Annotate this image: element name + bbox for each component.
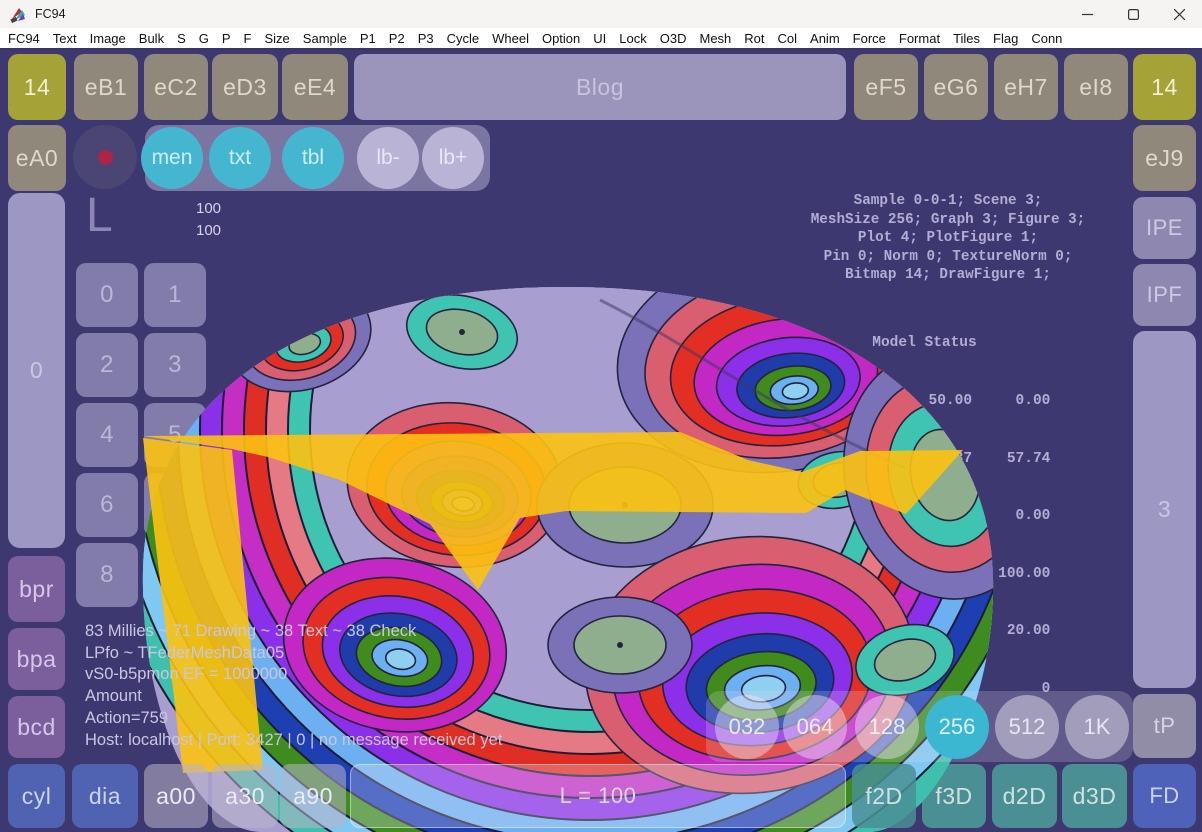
menu-item-s[interactable]: S [177, 31, 186, 46]
menu-item-rot[interactable]: Rot [744, 31, 764, 46]
menu-item-image[interactable]: Image [90, 31, 126, 46]
menu-item-format[interactable]: Format [899, 31, 940, 46]
status-line-action: Action=759 [85, 708, 502, 730]
menu-item-f[interactable]: F [244, 31, 252, 46]
menu-item-mesh[interactable]: Mesh [699, 31, 731, 46]
fc94-window: FC94 FC94 Text Image Bulk S G P F Size S… [0, 0, 1202, 832]
menu-item-conn[interactable]: Conn [1031, 31, 1062, 46]
menu-item-col[interactable]: Col [778, 31, 798, 46]
menu-item-p1[interactable]: P1 [360, 31, 376, 46]
menu-item-force[interactable]: Force [853, 31, 886, 46]
a30-button[interactable]: a30 [212, 764, 278, 828]
menu-item-bulk[interactable]: Bulk [139, 31, 164, 46]
menu-item-tiles[interactable]: Tiles [953, 31, 980, 46]
maximize-icon[interactable] [1110, 0, 1156, 28]
a90-button[interactable]: a90 [280, 764, 346, 828]
menu-item-o3d[interactable]: O3D [660, 31, 687, 46]
app-icon [10, 6, 27, 23]
status-line-ef: vS0-b5pmon EF = 1000000 [85, 664, 502, 686]
menu-item-ui[interactable]: UI [593, 31, 606, 46]
f2d-button[interactable]: f2D [852, 764, 916, 828]
size-128-button[interactable]: 128 [855, 695, 919, 759]
menu-item-anim[interactable]: Anim [810, 31, 840, 46]
menu-item-fc94[interactable]: FC94 [8, 31, 40, 46]
status-line-amount: Amount [85, 686, 502, 708]
menu-item-cycle[interactable]: Cycle [447, 31, 480, 46]
minimize-icon[interactable] [1064, 0, 1110, 28]
size-1k-button[interactable]: 1K [1065, 695, 1129, 759]
menu-item-p2[interactable]: P2 [389, 31, 405, 46]
menu-item-sample[interactable]: Sample [303, 31, 347, 46]
status-block: 83 Millies ~ 71 Drawing ~ 38 Text ~ 38 C… [85, 621, 502, 751]
menu-item-size[interactable]: Size [265, 31, 290, 46]
status-line-millies: 83 Millies ~ 71 Drawing ~ 38 Text ~ 38 C… [85, 621, 502, 643]
menu-item-p3[interactable]: P3 [418, 31, 434, 46]
a00-button[interactable]: a00 [144, 764, 208, 828]
menu-item-flag[interactable]: Flag [993, 31, 1018, 46]
main-area: 14 eB1 eC2 eD3 eE4 Blog eF5 eG6 eH7 eI8 … [0, 50, 1202, 832]
menu-item-text[interactable]: Text [53, 31, 77, 46]
window-title: FC94 [35, 7, 66, 21]
title-bar: FC94 [0, 0, 1202, 28]
menu-item-wheel[interactable]: Wheel [492, 31, 529, 46]
close-icon[interactable] [1156, 0, 1202, 28]
menu-item-option[interactable]: Option [542, 31, 580, 46]
menu-item-lock[interactable]: Lock [619, 31, 646, 46]
size-064-button[interactable]: 064 [783, 695, 847, 759]
size-256-button[interactable]: 256 [925, 695, 989, 759]
status-line-mesh: LPfo ~ TFederMeshData05 [85, 643, 502, 665]
size-512-button[interactable]: 512 [995, 695, 1059, 759]
menu-item-p[interactable]: P [222, 31, 231, 46]
status-line-host: Host: localhost | Port: 3427 | 0 | no me… [85, 730, 502, 752]
menu-item-g[interactable]: G [199, 31, 209, 46]
size-032-button[interactable]: 032 [715, 695, 779, 759]
l-100-button[interactable]: L = 100 [350, 764, 846, 828]
menu-bar: FC94 Text Image Bulk S G P F Size Sample… [0, 28, 1202, 50]
